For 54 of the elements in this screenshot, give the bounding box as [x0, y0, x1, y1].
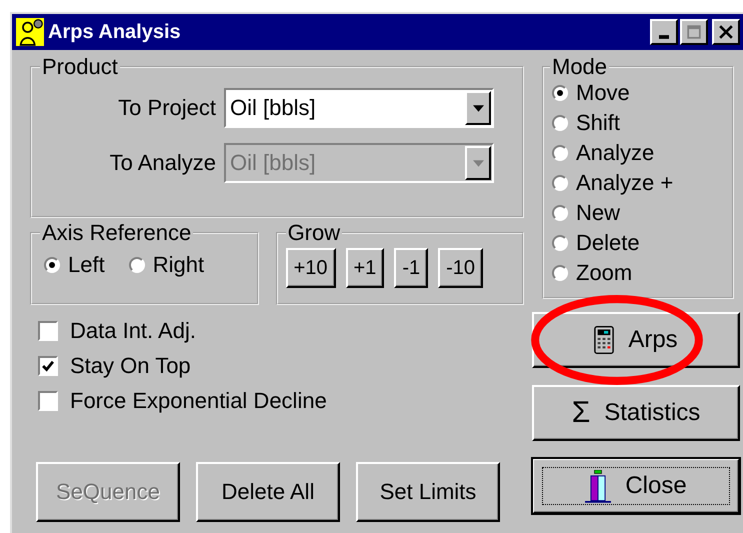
close-icon: [719, 25, 733, 39]
radio-button[interactable]: [552, 205, 568, 221]
radio-option[interactable]: Analyze +: [550, 168, 726, 198]
radio-button[interactable]: [128, 257, 145, 273]
checkbox[interactable]: [38, 320, 58, 340]
radio-button[interactable]: [552, 145, 568, 161]
minimize-icon: [659, 35, 669, 39]
radio-button[interactable]: [552, 265, 568, 281]
grow-button[interactable]: -1: [394, 248, 428, 288]
side-button[interactable]: Arps: [532, 312, 740, 368]
checkbox[interactable]: [38, 390, 58, 410]
radio-button[interactable]: [552, 115, 568, 131]
action-button[interactable]: Set Limits: [356, 462, 500, 522]
radio-option[interactable]: Move: [550, 78, 726, 108]
side-button[interactable]: Close: [532, 458, 740, 514]
checkbox-option[interactable]: Data Int. Adj.: [38, 317, 524, 344]
radio-button[interactable]: [552, 85, 568, 101]
grow-button[interactable]: -10: [438, 248, 484, 288]
calculator-icon: [594, 326, 614, 354]
radio-option[interactable]: Analyze: [550, 138, 726, 168]
radio-button[interactable]: [44, 257, 60, 273]
radio-option[interactable]: Zoom: [550, 258, 726, 288]
grow-button[interactable]: +10: [286, 248, 336, 288]
radio-button[interactable]: [552, 235, 568, 251]
app-icon: [16, 18, 44, 46]
radio-button[interactable]: [552, 175, 568, 191]
radio-option[interactable]: Shift: [550, 108, 726, 138]
side-button[interactable]: Σ Statistics: [532, 385, 740, 441]
group-label: Mode: [551, 56, 608, 78]
radio-option[interactable]: Delete: [550, 228, 726, 258]
group-label: Axis Reference: [41, 222, 192, 244]
check-icon: [41, 358, 55, 372]
minimize-button[interactable]: [650, 19, 678, 45]
action-button[interactable]: Delete All: [196, 462, 340, 522]
window-title: Arps Analysis: [48, 20, 181, 44]
dropdown-arrow-icon: [472, 160, 484, 166]
radio-option[interactable]: Right: [128, 252, 204, 278]
radio-option[interactable]: New: [550, 198, 726, 228]
sigma-symbol: Σ: [572, 396, 590, 430]
checkbox-option[interactable]: Force Exponential Decline: [38, 387, 524, 414]
maximize-button[interactable]: [680, 19, 708, 45]
dropdown-arrow-icon: [472, 104, 484, 112]
checkbox-option[interactable]: Stay On Top: [38, 352, 524, 379]
group-label: Product: [41, 56, 119, 78]
group-label: Grow: [286, 222, 342, 244]
maximize-icon: [687, 25, 701, 39]
close-button[interactable]: [712, 19, 740, 45]
checkbox[interactable]: [38, 356, 58, 376]
bar-chart-icon: [585, 470, 612, 502]
dropdown-field[interactable]: Oil [bbls]: [224, 88, 494, 128]
field-label: To Project: [118, 95, 216, 121]
radio-option[interactable]: Left: [44, 252, 105, 278]
field-label: To Analyze: [110, 150, 216, 176]
grow-button[interactable]: +1: [346, 248, 384, 288]
